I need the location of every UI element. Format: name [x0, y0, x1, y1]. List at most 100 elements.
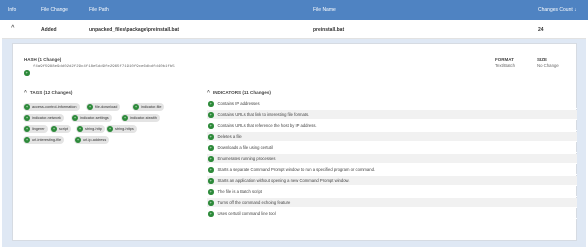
indicator-text: Turns off the command echoing feature: [217, 200, 291, 205]
list-item[interactable]: + Starts a separate Command Prompt window…: [207, 165, 577, 175]
list-item[interactable]: + Enumerates running processes: [207, 154, 577, 164]
chevron-up-icon: ^: [24, 90, 27, 96]
plus-icon: +: [208, 156, 214, 162]
tag-chip[interactable]: + access-control-information: [23, 103, 80, 111]
plus-icon: +: [24, 70, 30, 76]
plus-icon: +: [24, 126, 30, 132]
indicator-text: Downloads a file using certutil: [217, 145, 273, 150]
size-label: SIZE: [537, 57, 548, 62]
list-item[interactable]: + The file is a Batch script: [207, 187, 577, 197]
tag-label: lingerer: [32, 127, 45, 131]
tag-chip[interactable]: + lingerer: [23, 125, 48, 133]
list-item[interactable]: + Downloads a file using certutil: [207, 143, 577, 153]
hash-value[interactable]: f4a9f5988e9dd02d2f29c4f18e5dd9fe2965f719…: [33, 65, 175, 69]
tag-chip[interactable]: + string-https: [106, 125, 137, 133]
plus-icon: +: [208, 101, 214, 107]
plus-icon: +: [208, 112, 214, 118]
row-details-panel: HASH (1 Change) + f4a9f5988e9dd02d2f29c4…: [2, 39, 586, 247]
list-item[interactable]: + Contains URLs that reference the host b…: [207, 121, 577, 131]
tag-label: script: [59, 127, 69, 131]
col-file-path[interactable]: File Path: [89, 7, 109, 13]
tag-label: file-download: [95, 105, 118, 109]
row-file-change: Added: [41, 27, 57, 33]
tag-chip[interactable]: + indicator-stealth: [121, 114, 160, 122]
col-changes-count[interactable]: Changes Count ↓: [538, 7, 577, 13]
row-changes-count: 24: [538, 27, 544, 33]
col-changes-count-label: Changes Count: [538, 7, 573, 13]
table-header: Info File Change File Path File Name Cha…: [0, 0, 588, 20]
details-card: HASH (1 Change) + f4a9f5988e9dd02d2f29c4…: [12, 43, 577, 241]
tag-chip[interactable]: + indicator-settings: [71, 114, 112, 122]
tag-label: indicator-settings: [80, 116, 109, 120]
list-item[interactable]: + Contains IP addresses: [207, 99, 577, 109]
plus-icon: +: [208, 167, 214, 173]
indicator-text: Contains URLs that reference the host by…: [217, 123, 317, 128]
indicator-text: Uses certutil command line tool: [217, 211, 276, 216]
tag-chip[interactable]: + indicator-file: [132, 103, 165, 111]
table-row[interactable]: ^ Added unpacked_files\package\preinstal…: [2, 20, 586, 39]
plus-icon: +: [208, 178, 214, 184]
indicator-text: Deletes a file: [217, 134, 242, 139]
plus-icon: +: [51, 126, 57, 132]
plus-icon: +: [24, 137, 30, 143]
plus-icon: +: [133, 104, 139, 110]
tag-label: access-control-information: [32, 105, 77, 109]
size-value: No Change: [537, 63, 559, 68]
row-file-path: unpacked_files\package\preinstall.bat: [89, 27, 180, 33]
plus-icon: +: [24, 104, 30, 110]
tag-chip[interactable]: + file-download: [86, 103, 121, 111]
hash-title: HASH (1 Change): [24, 57, 62, 62]
indicator-text: Contains IP addresses: [217, 101, 260, 106]
plus-icon: +: [77, 126, 83, 132]
indicators-title: INDICATORS (11 Changes): [212, 90, 271, 95]
list-item[interactable]: + Starts an application without opening a…: [207, 176, 577, 186]
tag-label: indicator-network: [32, 116, 61, 120]
indicator-text: Contains URLs that link to interesting f…: [217, 112, 310, 117]
tag-label: url-ip-address: [83, 138, 107, 142]
plus-icon: +: [107, 126, 113, 132]
tags-title: TAGS (12 Changes): [29, 90, 73, 95]
format-label: FORMAT: [495, 57, 514, 62]
plus-icon: +: [24, 115, 30, 121]
tag-label: url-interesting-file: [32, 138, 62, 142]
plus-icon: +: [72, 115, 78, 121]
tag-label: indicator-file: [141, 105, 162, 109]
chevron-up-icon[interactable]: ^: [11, 25, 15, 31]
tag-chip[interactable]: + string-http: [76, 125, 105, 133]
chevron-up-icon: ^: [207, 90, 210, 96]
col-file-name[interactable]: File Name: [313, 7, 336, 13]
plus-icon: +: [208, 211, 214, 217]
plus-icon: +: [208, 200, 214, 206]
sort-desc-icon: ↓: [574, 7, 577, 13]
list-item[interactable]: + Deletes a file: [207, 132, 577, 142]
col-file-change[interactable]: File Change: [41, 7, 68, 13]
col-info[interactable]: Info: [8, 7, 16, 13]
tag-label: indicator-stealth: [130, 116, 157, 120]
indicator-text: Starts an application without opening a …: [217, 178, 350, 183]
indicator-text: The file is a Batch script: [217, 189, 262, 194]
tag-chip[interactable]: + url-interesting-file: [23, 136, 65, 144]
tag-chip[interactable]: + indicator-network: [23, 114, 64, 122]
indicators-section-header[interactable]: ^ INDICATORS (11 Changes): [207, 90, 271, 96]
tag-label: string-https: [115, 127, 134, 131]
list-item[interactable]: + Uses certutil command line tool: [207, 209, 577, 219]
plus-icon: +: [208, 134, 214, 140]
hash-row: + f4a9f5988e9dd02d2f29c4f18e5dd9fe2965f7…: [24, 64, 175, 82]
diff-viewer: Info File Change File Path File Name Cha…: [0, 0, 588, 251]
plus-icon: +: [87, 104, 93, 110]
tag-chip[interactable]: + script: [50, 125, 72, 133]
indicators-list: + Contains IP addresses + Contains URLs th…: [207, 99, 577, 234]
list-item[interactable]: + Contains URLs that link to interesting …: [207, 110, 577, 120]
row-file-name: preinstall.bat: [313, 27, 345, 33]
plus-icon: +: [208, 145, 214, 151]
tag-chip[interactable]: + url-ip-address: [74, 136, 110, 144]
plus-icon: +: [208, 123, 214, 129]
indicator-text: Enumerates running processes: [217, 156, 276, 161]
tag-label: string-http: [85, 127, 102, 131]
tags-section-header[interactable]: ^ TAGS (12 Changes): [24, 90, 72, 96]
format-value: Text/Batch: [495, 63, 516, 68]
indicator-text: Starts a separate Command Prompt window …: [217, 167, 376, 172]
plus-icon: +: [122, 115, 128, 121]
list-item[interactable]: + Turns off the command echoing feature: [207, 198, 577, 208]
plus-icon: +: [208, 189, 214, 195]
